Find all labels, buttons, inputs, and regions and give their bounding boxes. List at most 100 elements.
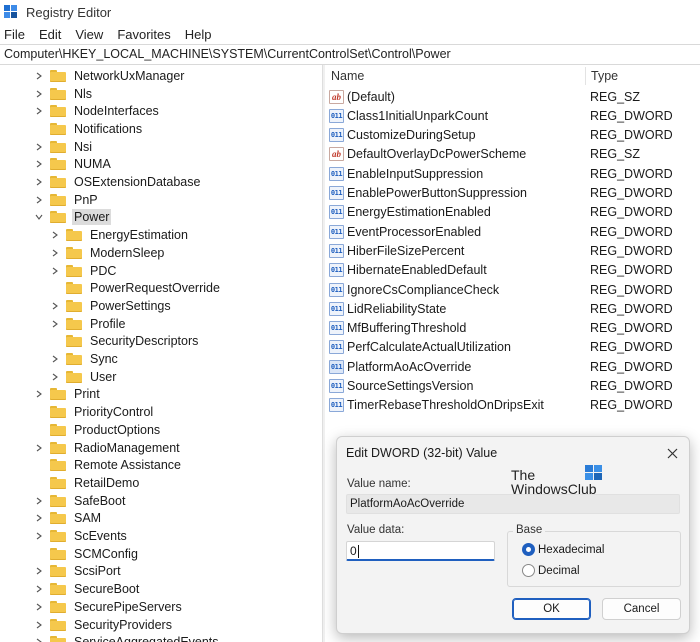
chevron-right-icon[interactable] <box>34 195 44 205</box>
tree-item-scevents[interactable]: ScEvents <box>34 527 129 545</box>
menu-view[interactable]: View <box>75 27 103 42</box>
tree-item-prioritycontrol[interactable]: PriorityControl <box>34 403 155 421</box>
tree-item-nsi[interactable]: Nsi <box>34 138 94 156</box>
menu-help[interactable]: Help <box>185 27 212 42</box>
value-row-platformaoacoverride[interactable]: 011 PlatformAoAcOverride REG_DWORD <box>325 357 700 376</box>
tree-item-sync[interactable]: Sync <box>50 350 120 368</box>
registry-editor-app-icon <box>4 5 18 19</box>
radio-decimal[interactable]: Decimal <box>522 564 580 577</box>
radio-button-checked-icon[interactable] <box>522 543 535 556</box>
chevron-right-icon[interactable] <box>34 513 44 523</box>
chevron-right-icon[interactable] <box>34 177 44 187</box>
column-header-name[interactable]: Name <box>331 69 364 83</box>
menu-file[interactable]: File <box>4 27 25 42</box>
value-row-sourcesettingsversion[interactable]: 011 SourceSettingsVersion REG_DWORD <box>325 377 700 396</box>
tree-item-networkuxmanager[interactable]: NetworkUxManager <box>34 67 186 85</box>
value-row-timerrebasethresholdondripsexit[interactable]: 011 TimerRebaseThresholdOnDripsExit REG_DW… <box>325 396 700 415</box>
ok-button[interactable]: OK <box>512 598 591 620</box>
tree-item-user[interactable]: User <box>50 368 118 386</box>
folder-icon <box>50 105 66 118</box>
tree-item-scsiport[interactable]: ScsiPort <box>34 563 123 581</box>
chevron-right-icon[interactable] <box>50 372 60 382</box>
value-row-enableinputsuppression[interactable]: 011 EnableInputSuppression REG_DWORD <box>325 164 700 183</box>
chevron-right-icon[interactable] <box>34 389 44 399</box>
chevron-right-icon[interactable] <box>50 248 60 258</box>
cancel-button[interactable]: Cancel <box>602 598 681 620</box>
tree-item-secureboot[interactable]: SecureBoot <box>34 580 141 598</box>
tree-item-modernsleep[interactable]: ModernSleep <box>50 244 166 262</box>
value-row-lidreliabilitystate[interactable]: 011 LidReliabilityState REG_DWORD <box>325 299 700 318</box>
tree-item-pnp[interactable]: PnP <box>34 191 100 209</box>
chevron-right-icon[interactable] <box>34 142 44 152</box>
key-tree-pane[interactable]: NetworkUxManager Nls NodeInterfaces Notific… <box>0 65 322 642</box>
value-row-default[interactable]: ab (Default) REG_SZ <box>325 87 700 106</box>
chevron-right-icon[interactable] <box>34 637 44 642</box>
chevron-right-icon[interactable] <box>34 443 44 453</box>
value-row-eventprocessorenabled[interactable]: 011 EventProcessorEnabled REG_DWORD <box>325 222 700 241</box>
value-row-hiberfilesizepercent[interactable]: 011 HiberFileSizePercent REG_DWORD <box>325 241 700 260</box>
tree-item-remote-assistance[interactable]: Remote Assistance <box>34 456 183 474</box>
chevron-right-icon[interactable] <box>34 106 44 116</box>
column-header-type[interactable]: Type <box>591 69 618 83</box>
menu-favorites[interactable]: Favorites <box>117 27 170 42</box>
chevron-right-icon[interactable] <box>34 531 44 541</box>
tree-item-notifications[interactable]: Notifications <box>34 120 144 138</box>
tree-item-radiomanagement[interactable]: RadioManagement <box>34 439 182 457</box>
tree-item-serviceaggregatedevents[interactable]: ServiceAggregatedEvents <box>34 633 221 642</box>
value-row-class1initialunparkcount[interactable]: 011 Class1InitialUnparkCount REG_DWORD <box>325 106 700 125</box>
value-type: REG_DWORD <box>590 243 673 258</box>
value-row-customizeduringsetup[interactable]: 011 CustomizeDuringSetup REG_DWORD <box>325 126 700 145</box>
chevron-right-icon[interactable] <box>34 602 44 612</box>
tree-item-securityproviders[interactable]: SecurityProviders <box>34 616 174 634</box>
tree-item-safeboot[interactable]: SafeBoot <box>34 492 127 510</box>
window-title: Registry Editor <box>26 4 112 20</box>
chevron-right-icon[interactable] <box>50 266 60 276</box>
value-row-hibernateenableddefault[interactable]: 011 HibernateEnabledDefault REG_DWORD <box>325 261 700 280</box>
tree-item-energyestimation[interactable]: EnergyEstimation <box>50 226 190 244</box>
value-data-input[interactable]: 0 <box>346 541 495 561</box>
chevron-right-icon[interactable] <box>50 301 60 311</box>
chevron-right-icon[interactable] <box>50 319 60 329</box>
tree-item-powersettings[interactable]: PowerSettings <box>50 297 173 315</box>
chevron-right-icon[interactable] <box>34 584 44 594</box>
tree-item-power[interactable]: Power <box>34 209 112 227</box>
tree-item-securepipeservers[interactable]: SecurePipeServers <box>34 598 184 616</box>
chevron-down-icon[interactable] <box>34 212 44 222</box>
tree-item-scmconfig[interactable]: SCMConfig <box>34 545 140 563</box>
chevron-right-icon[interactable] <box>34 496 44 506</box>
tree-item-profile[interactable]: Profile <box>50 315 127 333</box>
chevron-right-icon[interactable] <box>34 620 44 630</box>
tree-item-retaildemo[interactable]: RetailDemo <box>34 474 141 492</box>
chevron-right-icon[interactable] <box>34 71 44 81</box>
tree-item-sam[interactable]: SAM <box>34 510 103 528</box>
tree-item-osextensiondatabase[interactable]: OSExtensionDatabase <box>34 173 202 191</box>
tree-item-productoptions[interactable]: ProductOptions <box>34 421 162 439</box>
value-row-ignorecscompliancecheck[interactable]: 011 IgnoreCsComplianceCheck REG_DWORD <box>325 280 700 299</box>
chevron-right-icon[interactable] <box>34 89 44 99</box>
value-row-energyestimationenabled[interactable]: 011 EnergyEstimationEnabled REG_DWORD <box>325 203 700 222</box>
chevron-right-icon[interactable] <box>50 230 60 240</box>
chevron-right-icon[interactable] <box>50 354 60 364</box>
menu-edit[interactable]: Edit <box>39 27 61 42</box>
chevron-right-icon[interactable] <box>34 159 44 169</box>
value-type: REG_DWORD <box>590 321 673 336</box>
address-bar[interactable]: Computer\HKEY_LOCAL_MACHINE\SYSTEM\Curre… <box>0 44 700 65</box>
column-divider[interactable] <box>585 67 586 85</box>
value-row-enablepowerbuttonsuppression[interactable]: 011 EnablePowerButtonSuppression REG_DWORD <box>325 184 700 203</box>
chevron-right-icon[interactable] <box>34 566 44 576</box>
tree-item-label: ProductOptions <box>74 422 161 437</box>
value-row-mfbufferingthreshold[interactable]: 011 MfBufferingThreshold REG_DWORD <box>325 319 700 338</box>
value-row-defaultoverlaydcpowerscheme[interactable]: ab DefaultOverlayDcPowerScheme REG_SZ <box>325 145 700 164</box>
tree-item-label: OSExtensionDatabase <box>74 175 201 190</box>
tree-item-print[interactable]: Print <box>34 386 102 404</box>
close-icon[interactable] <box>661 442 683 464</box>
tree-item-nodeinterfaces[interactable]: NodeInterfaces <box>34 102 161 120</box>
tree-item-securitydescriptors[interactable]: SecurityDescriptors <box>50 333 200 351</box>
tree-item-powerrequestoverride[interactable]: PowerRequestOverride <box>50 279 222 297</box>
tree-item-numa[interactable]: NUMA <box>34 156 113 174</box>
tree-item-pdc[interactable]: PDC <box>50 262 118 280</box>
radio-hexadecimal[interactable]: Hexadecimal <box>522 543 604 556</box>
radio-button-icon[interactable] <box>522 564 535 577</box>
tree-item-nls[interactable]: Nls <box>34 85 94 103</box>
value-row-perfcalculateactualutilization[interactable]: 011 PerfCalculateActualUtilization REG_DWO… <box>325 338 700 357</box>
